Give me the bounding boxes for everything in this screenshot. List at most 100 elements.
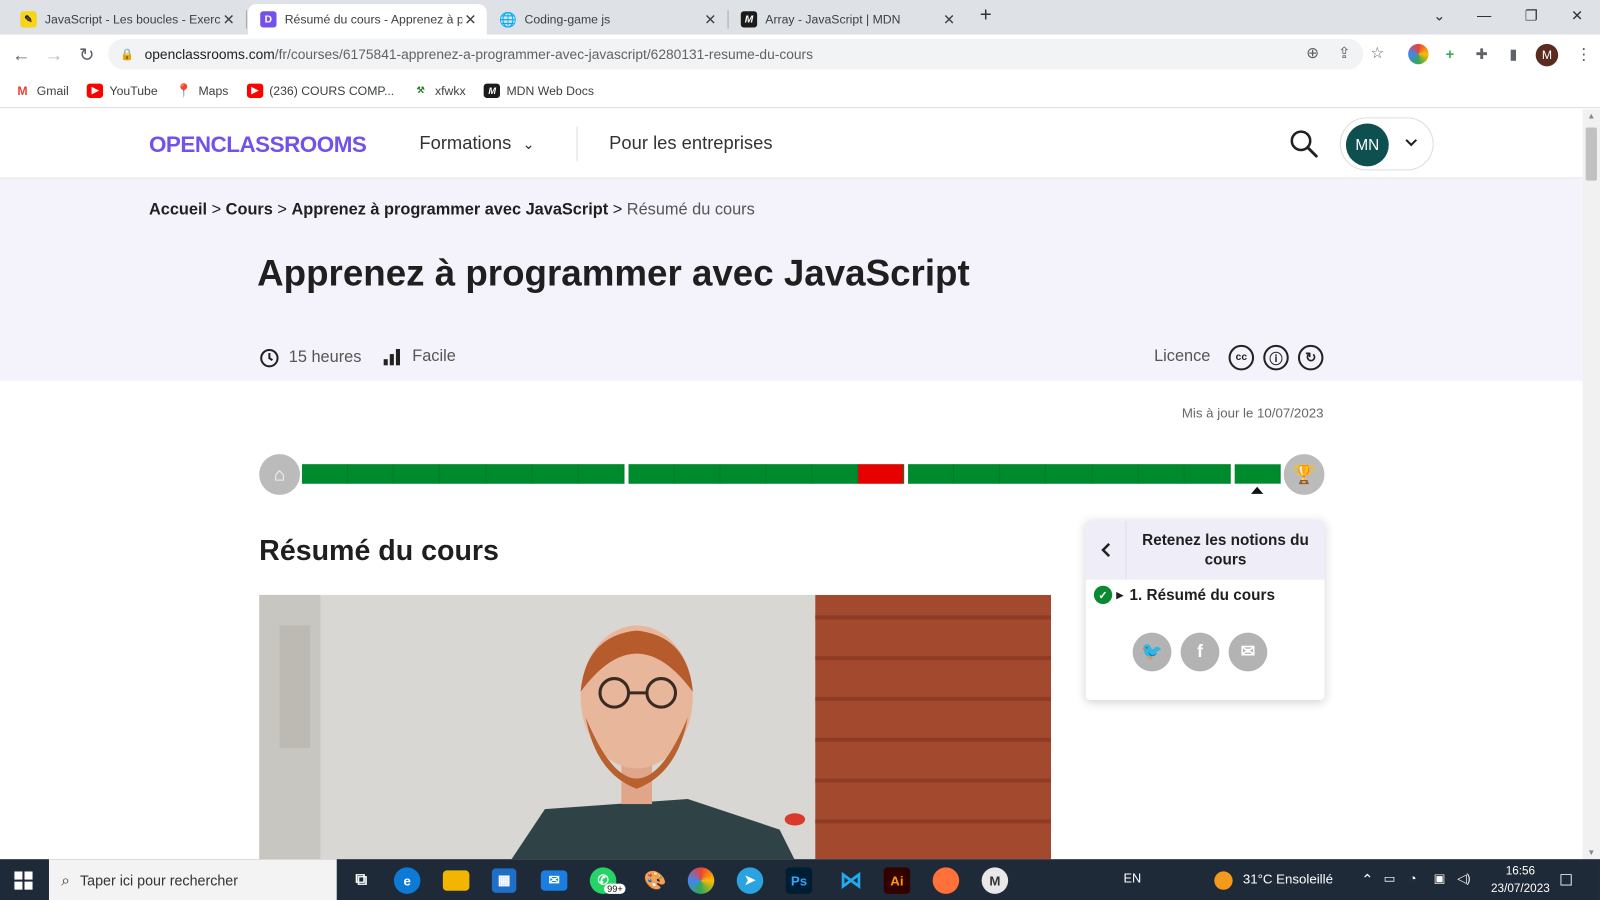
new-tab-button[interactable]: + [967, 0, 1004, 31]
search-icon[interactable] [1288, 128, 1321, 161]
side-panel-icon[interactable]: ▮ [1503, 44, 1523, 64]
progress-part[interactable] [1234, 464, 1281, 484]
tab-resume-du-cours[interactable]: D Résumé du cours - Apprenez à p ✕ [247, 4, 487, 35]
chrome-profile-icon[interactable]: M [981, 867, 1009, 894]
taskbar-search[interactable]: ⌕ Taper ici pour rechercher [48, 859, 337, 900]
address-bar[interactable]: 🔒 openclassrooms.com/fr/courses/6175841-… [108, 38, 1364, 70]
close-tab-icon[interactable]: ✕ [462, 11, 478, 28]
chapter-cell[interactable] [766, 464, 813, 484]
scroll-thumb[interactable] [1585, 127, 1597, 181]
chapter-cell[interactable] [1046, 464, 1093, 484]
share-icon[interactable]: ⇪ [1338, 44, 1351, 62]
email-icon[interactable]: ✉ [1228, 632, 1268, 672]
bookmark-maps[interactable]: 📍 Maps [176, 82, 228, 97]
bookmark-cours[interactable]: ▶ (236) COURS COMP... [246, 83, 394, 98]
bookmark-mdn[interactable]: M MDN Web Docs [484, 83, 594, 98]
tab-javascript-boucles[interactable]: ✎ JavaScript - Les boucles - Exercice ✕ [8, 4, 245, 35]
tray-chevron-up-icon[interactable]: ⌃ [1361, 871, 1373, 888]
progress-part[interactable] [302, 464, 625, 484]
openclassrooms-logo[interactable]: OPENCLASSROOMS [149, 132, 367, 159]
illustrator-icon[interactable]: Ai [883, 867, 911, 894]
vscode-icon[interactable]: ⋈ [835, 865, 868, 896]
close-tab-icon[interactable]: ✕ [941, 11, 957, 28]
photoshop-icon[interactable]: Ps [785, 867, 813, 894]
scroll-down-icon[interactable]: ▼ [1583, 848, 1600, 857]
breadcrumb-cours[interactable]: Cours [226, 201, 273, 218]
chapter-cell[interactable] [486, 464, 533, 484]
chapter-cell[interactable] [348, 464, 395, 484]
chapter-cell[interactable] [578, 464, 625, 484]
firefox-icon[interactable] [932, 867, 960, 894]
chrome-icon[interactable] [687, 867, 715, 894]
wifi-icon[interactable]: ◔ [1409, 871, 1416, 885]
chapter-cell[interactable] [720, 464, 767, 484]
clock[interactable]: 16:56 23/07/2023 [1482, 863, 1560, 898]
chapter-cell[interactable] [954, 464, 1001, 484]
tab-coding-game[interactable]: 🌐 Coding-game js ✕ [488, 4, 727, 35]
close-window-button[interactable]: ✕ [1554, 0, 1600, 31]
zoom-icon[interactable]: ⊕ [1306, 44, 1319, 62]
chevron-left-icon[interactable] [1086, 520, 1127, 580]
chapter-cell[interactable] [440, 464, 487, 484]
forward-button[interactable]: → [42, 43, 66, 67]
bookmark-youtube[interactable]: ▶ YouTube [87, 83, 158, 98]
bookmark-xfwkx[interactable]: ⚒ xfwkx [413, 83, 466, 97]
extension-color-icon[interactable] [1408, 43, 1429, 65]
progress-part[interactable] [908, 464, 1231, 484]
scroll-up-icon[interactable]: ▲ [1583, 111, 1600, 120]
chapter-cell[interactable] [532, 464, 579, 484]
restore-button[interactable]: ❐ [1508, 0, 1554, 31]
trophy-icon[interactable]: 🏆 [1283, 454, 1325, 495]
chapter-cell[interactable] [1092, 464, 1139, 484]
nav-formations[interactable]: Formations ⌄ [419, 133, 534, 154]
paint-icon[interactable]: 🎨 [639, 865, 672, 896]
browser-profile-avatar[interactable]: M [1535, 43, 1559, 67]
chapter-cell[interactable] [1138, 464, 1185, 484]
file-explorer-icon[interactable] [442, 870, 470, 891]
chapter-cell[interactable] [1234, 464, 1281, 484]
chapter-cell[interactable] [812, 464, 859, 484]
back-button[interactable]: ← [9, 43, 33, 67]
cc-sa-icon[interactable]: ↻ [1297, 344, 1324, 371]
edge-icon[interactable]: e [393, 867, 421, 894]
chapter-cell[interactable] [394, 464, 441, 484]
language-indicator[interactable]: EN [1123, 871, 1141, 885]
page-scrollbar[interactable]: ▲ ▼ [1582, 109, 1600, 860]
user-menu[interactable]: MN [1339, 117, 1434, 171]
tab-search-icon[interactable]: ⌄ [1416, 0, 1462, 31]
cc-icon[interactable]: cc [1228, 344, 1255, 371]
close-tab-icon[interactable]: ✕ [702, 11, 718, 28]
breadcrumb-accueil[interactable]: Accueil [149, 201, 207, 218]
chapter-cell[interactable] [302, 464, 349, 484]
minimize-button[interactable]: — [1461, 0, 1507, 31]
chapter-cell[interactable] [1184, 464, 1231, 484]
progress-part[interactable] [628, 464, 905, 484]
chapter-cell[interactable] [628, 464, 675, 484]
sidebar-item-resume[interactable]: ✓ ▶ 1. Résumé du cours [1093, 585, 1275, 605]
breadcrumb-course[interactable]: Apprenez à programmer avec JavaScript [291, 201, 608, 218]
cc-by-icon[interactable]: ⓘ [1263, 344, 1289, 371]
chapter-cell[interactable] [908, 464, 955, 484]
bookmark-gmail[interactable]: M Gmail [14, 83, 68, 97]
store-icon[interactable]: ▦ [491, 868, 517, 893]
weather-text[interactable]: 31°C Ensoleillé [1243, 871, 1333, 886]
nav-entreprises[interactable]: Pour les entreprises [609, 133, 772, 154]
windows-start-icon[interactable] [0, 859, 47, 900]
twitter-icon[interactable]: 🐦 [1132, 632, 1172, 672]
volume-icon[interactable]: ◁) [1457, 871, 1471, 885]
telegram-icon[interactable]: ➤ [736, 867, 764, 894]
chapter-cell[interactable] [674, 464, 721, 484]
mail-icon[interactable]: ✉ [540, 870, 568, 891]
chapter-cell[interactable] [858, 464, 905, 484]
reload-button[interactable]: ↻ [74, 43, 98, 67]
chapter-cell[interactable] [1000, 464, 1047, 484]
close-tab-icon[interactable]: ✕ [220, 11, 236, 28]
extension-plus-icon[interactable]: + [1440, 44, 1460, 64]
tab-mdn-array[interactable]: M Array - JavaScript | MDN ✕ [729, 4, 966, 35]
facebook-icon[interactable]: f [1180, 632, 1220, 672]
home-icon[interactable]: ⌂ [259, 454, 300, 495]
network-icon[interactable]: ▣ [1434, 871, 1446, 885]
notifications-icon[interactable]: ☐ [1559, 871, 1573, 889]
course-video[interactable] [259, 594, 1052, 860]
extensions-puzzle-icon[interactable]: ✚ [1471, 44, 1491, 64]
